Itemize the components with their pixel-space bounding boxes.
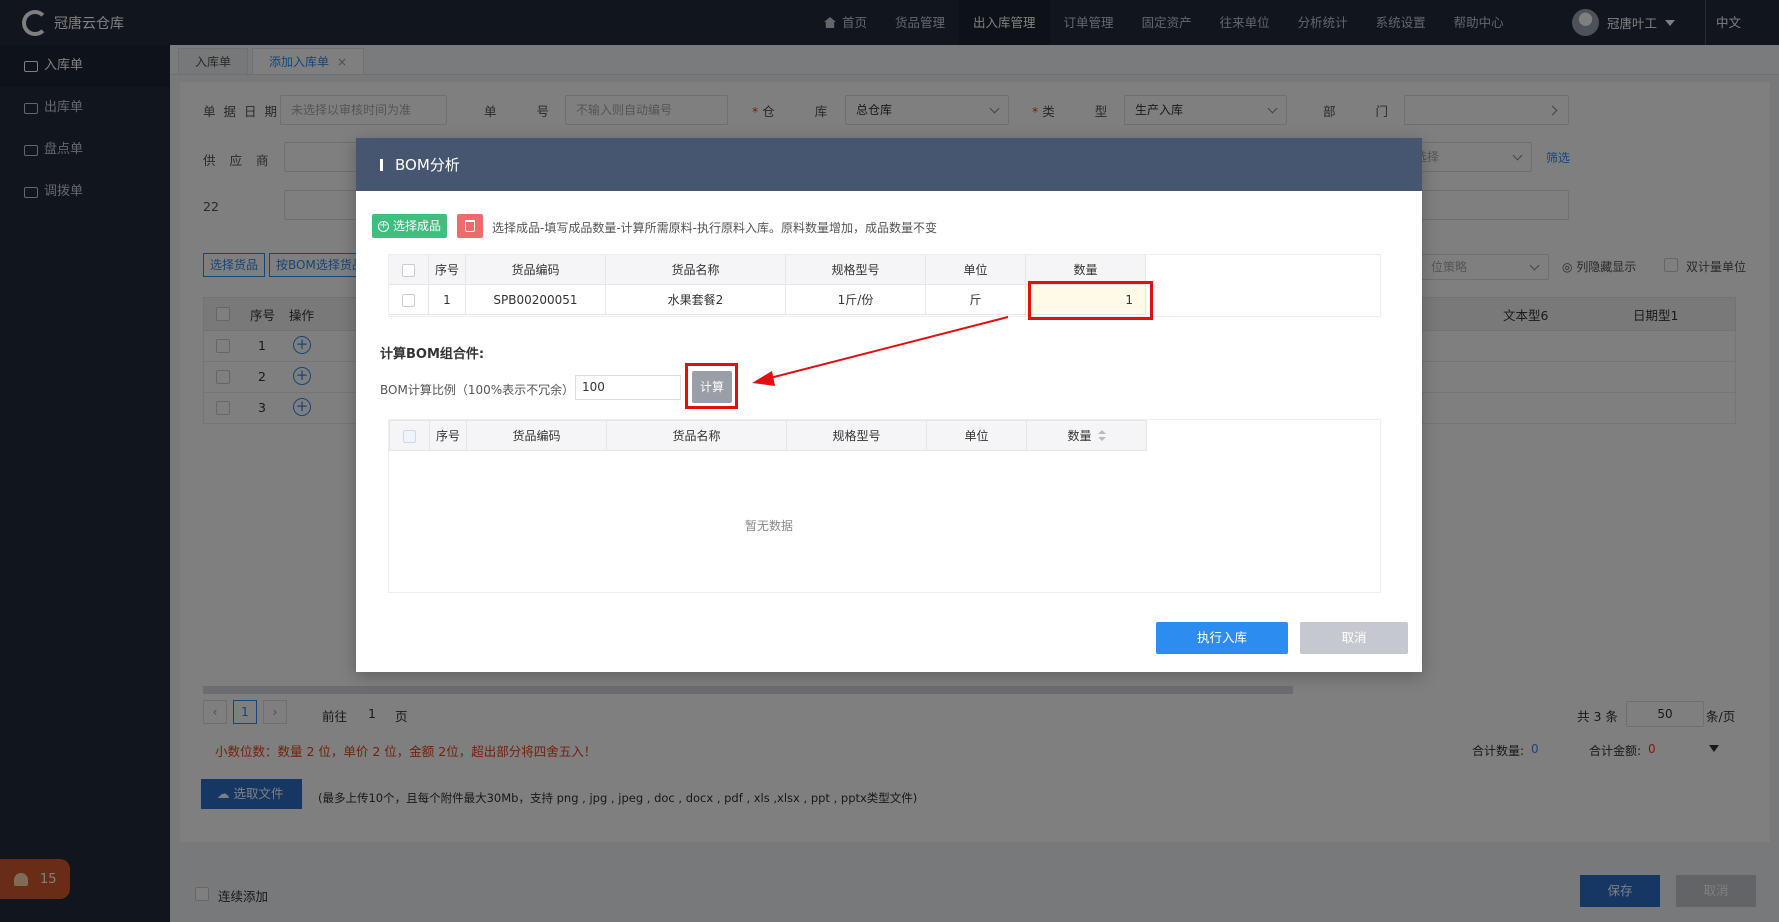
col-seq: 序号 (429, 420, 467, 451)
qty-highlight-box (1028, 281, 1153, 320)
workflow-hint: 选择成品-填写成品数量-计算所需原料-执行原料入库。原料数量增加，成品数量不变 (492, 221, 937, 235)
row-code: SPB00200051 (465, 284, 606, 315)
col-qty: 数量 (1025, 254, 1146, 285)
product-table-header: 序号 货品编码 货品名称 规格型号 单位 数量 (388, 254, 1146, 285)
col-unit: 单位 (925, 254, 1026, 285)
col-qty[interactable]: 数量 (1026, 420, 1147, 451)
row-checkbox[interactable] (388, 284, 429, 315)
row-unit: 斤 (925, 284, 1026, 315)
trash-icon (465, 220, 475, 232)
row-spec: 1斤/份 (785, 284, 926, 315)
bom-result-header: 序号 货品编码 货品名称 规格型号 单位 数量 (389, 420, 1147, 451)
delete-button[interactable] (457, 214, 483, 238)
modal-title: BOM分析 (395, 156, 460, 174)
col-code: 货品编码 (466, 420, 607, 451)
col-code: 货品编码 (465, 254, 606, 285)
header-accent-bar (380, 158, 383, 171)
ratio-label: BOM计算比例（100%表示不冗余） (380, 383, 575, 397)
plus-circle-icon: + (378, 219, 389, 232)
col-name: 货品名称 (605, 254, 786, 285)
empty-state: 暂无数据 (744, 519, 793, 533)
section-title: 计算BOM组合件: (380, 347, 485, 362)
execute-inbound-button[interactable]: 执行入库 (1156, 622, 1288, 654)
col-name: 货品名称 (606, 420, 787, 451)
ratio-input[interactable]: 100 (575, 375, 681, 400)
col-spec: 规格型号 (786, 420, 927, 451)
select-all-checkbox[interactable] (389, 420, 430, 451)
row-seq: 1 (428, 284, 466, 315)
col-unit: 单位 (926, 420, 1027, 451)
sort-icon[interactable] (1097, 430, 1106, 441)
row-name: 水果套餐2 (605, 284, 786, 315)
bom-analysis-modal: BOM分析 + 选择成品 选择成品-填写成品数量-计算所需原料-执行原料入库。原… (356, 138, 1422, 672)
select-product-button[interactable]: + 选择成品 (372, 214, 448, 238)
select-all-checkbox[interactable] (388, 254, 429, 285)
col-seq: 序号 (428, 254, 466, 285)
modal-header: BOM分析 (356, 138, 1422, 191)
calc-highlight-box (685, 363, 738, 409)
bom-result-table: 序号 货品编码 货品名称 规格型号 单位 数量 暂无数据 (388, 419, 1381, 593)
col-spec: 规格型号 (785, 254, 926, 285)
modal-cancel-button[interactable]: 取消 (1300, 622, 1408, 654)
